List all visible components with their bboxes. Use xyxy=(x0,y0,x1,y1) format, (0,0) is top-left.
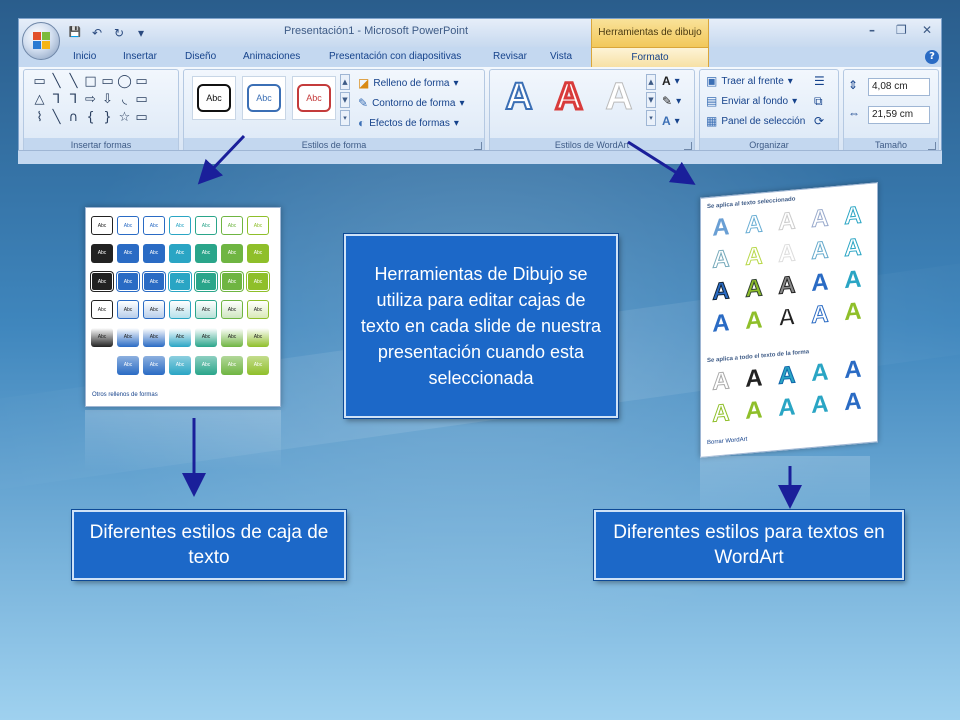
arrow-to-shape-gallery xyxy=(197,134,246,185)
office-button[interactable] xyxy=(22,22,60,60)
office-logo-icon xyxy=(33,32,51,50)
arrows-layer xyxy=(182,134,802,509)
arrow-to-wordart-gallery xyxy=(627,140,696,185)
